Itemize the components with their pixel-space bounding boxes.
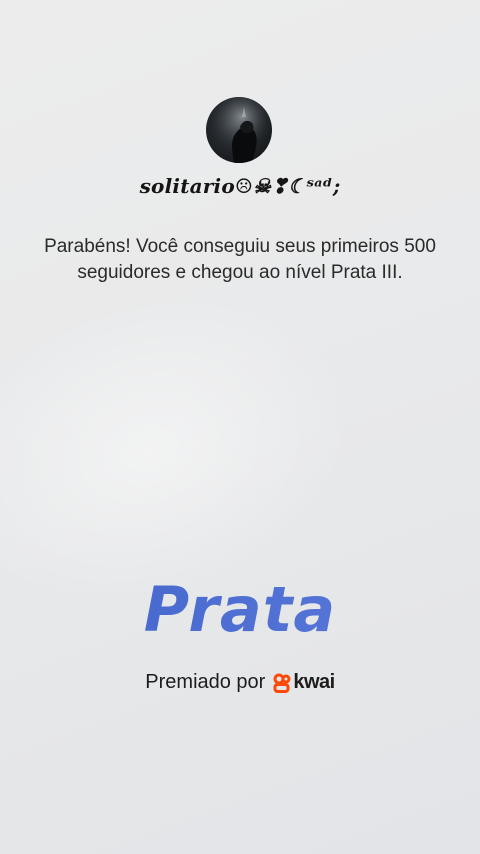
avatar-image [206,97,272,163]
congratulations-message: Parabéns! Você conseguiu seus primeiros … [44,236,436,283]
tier-title: Prata [0,572,480,648]
kwai-wordmark: kwai [293,671,335,693]
awarded-label: Premiado por [145,671,266,693]
username: solitario☹☠❣☾ˢᵃᵈ; [139,174,341,198]
avatar[interactable] [206,97,272,163]
kwai-logo[interactable]: kwai [273,671,335,694]
achievement-screen: solitario☹☠❣☾ˢᵃᵈ; Parabéns! Você consegu… [0,0,480,854]
kwai-logo-icon [273,673,291,693]
awarded-by: Premiado por kwai [0,671,480,694]
